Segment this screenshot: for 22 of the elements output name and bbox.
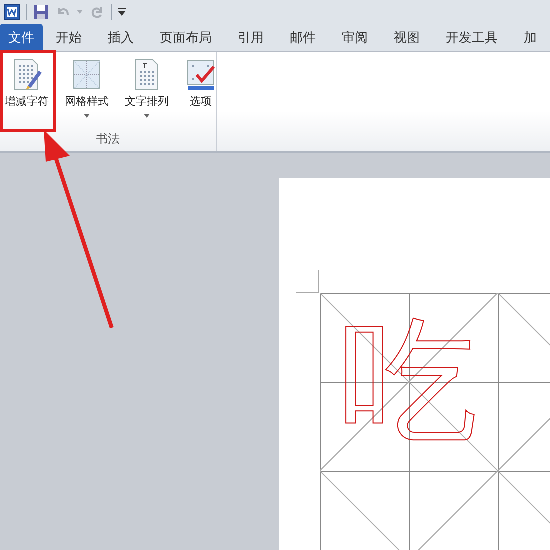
ribbon-tab[interactable]: 插入	[95, 24, 147, 51]
save-icon[interactable]	[33, 4, 49, 20]
ribbon-tab[interactable]: 视图	[381, 24, 433, 51]
ribbon-button[interactable]: 增减字符	[0, 56, 54, 121]
ribbon-tab[interactable]: 加	[511, 24, 550, 51]
group-label: 书法	[96, 131, 120, 148]
ribbon-tab[interactable]: 页面布局	[147, 24, 225, 51]
ribbon-button[interactable]: 选项	[180, 56, 222, 121]
ribbon-tab[interactable]: 开发工具	[433, 24, 511, 51]
ribbon-tab[interactable]: 邮件	[277, 24, 329, 51]
file-tab[interactable]: 文件	[0, 24, 43, 51]
customize-menu-icon[interactable]	[118, 8, 126, 16]
document-page: 吃	[279, 178, 550, 550]
grid-checkmark-icon	[185, 59, 217, 91]
margin-marker	[296, 270, 320, 294]
ribbon-tab[interactable]: 开始	[43, 24, 95, 51]
grid-icon	[71, 59, 103, 91]
ribbon-button[interactable]: 文字排列	[120, 56, 174, 121]
ribbon-button[interactable]: 网格样式	[60, 56, 114, 121]
word-logo-icon[interactable]	[4, 4, 20, 20]
ribbon-tab[interactable]: 引用	[225, 24, 277, 51]
ribbon-tab[interactable]: 审阅	[329, 24, 381, 51]
